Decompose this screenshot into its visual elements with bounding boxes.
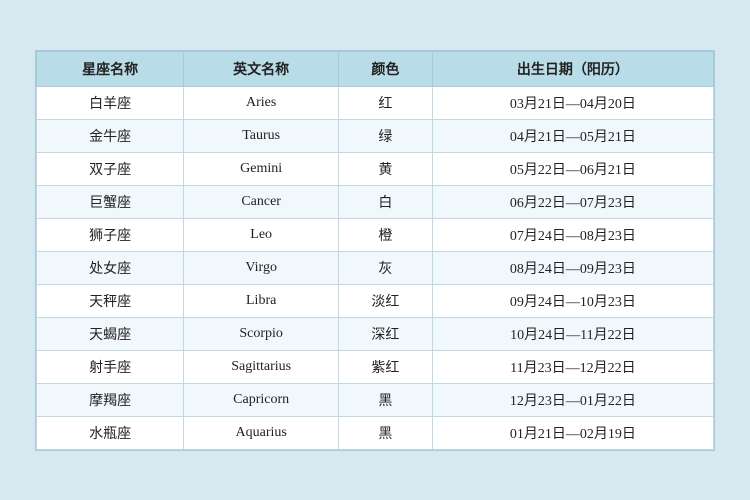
header-col-2: 颜色	[339, 51, 433, 86]
table-row: 射手座Sagittarius紫红11月23日—12月22日	[37, 350, 714, 383]
cell-5-2: 灰	[339, 251, 433, 284]
cell-9-3: 12月23日—01月22日	[432, 383, 713, 416]
header-row: 星座名称英文名称颜色出生日期（阳历）	[37, 51, 714, 86]
cell-0-2: 红	[339, 86, 433, 119]
header-col-0: 星座名称	[37, 51, 184, 86]
zodiac-table: 星座名称英文名称颜色出生日期（阳历） 白羊座Aries红03月21日—04月20…	[36, 51, 714, 450]
cell-10-2: 黑	[339, 416, 433, 449]
cell-10-1: Aquarius	[184, 416, 339, 449]
cell-7-1: Scorpio	[184, 317, 339, 350]
cell-6-3: 09月24日—10月23日	[432, 284, 713, 317]
table-row: 狮子座Leo橙07月24日—08月23日	[37, 218, 714, 251]
cell-2-2: 黄	[339, 152, 433, 185]
cell-10-0: 水瓶座	[37, 416, 184, 449]
table-header: 星座名称英文名称颜色出生日期（阳历）	[37, 51, 714, 86]
cell-9-1: Capricorn	[184, 383, 339, 416]
cell-5-0: 处女座	[37, 251, 184, 284]
table-row: 双子座Gemini黄05月22日—06月21日	[37, 152, 714, 185]
table-row: 白羊座Aries红03月21日—04月20日	[37, 86, 714, 119]
cell-6-2: 淡红	[339, 284, 433, 317]
table-row: 金牛座Taurus绿04月21日—05月21日	[37, 119, 714, 152]
cell-2-3: 05月22日—06月21日	[432, 152, 713, 185]
cell-1-2: 绿	[339, 119, 433, 152]
cell-7-2: 深红	[339, 317, 433, 350]
cell-10-3: 01月21日—02月19日	[432, 416, 713, 449]
cell-1-3: 04月21日—05月21日	[432, 119, 713, 152]
cell-0-1: Aries	[184, 86, 339, 119]
cell-3-1: Cancer	[184, 185, 339, 218]
cell-8-1: Sagittarius	[184, 350, 339, 383]
cell-2-0: 双子座	[37, 152, 184, 185]
cell-0-0: 白羊座	[37, 86, 184, 119]
table-row: 巨蟹座Cancer白06月22日—07月23日	[37, 185, 714, 218]
cell-8-3: 11月23日—12月22日	[432, 350, 713, 383]
cell-1-0: 金牛座	[37, 119, 184, 152]
table-row: 天蝎座Scorpio深红10月24日—11月22日	[37, 317, 714, 350]
cell-2-1: Gemini	[184, 152, 339, 185]
cell-4-0: 狮子座	[37, 218, 184, 251]
cell-1-1: Taurus	[184, 119, 339, 152]
cell-8-0: 射手座	[37, 350, 184, 383]
cell-4-1: Leo	[184, 218, 339, 251]
header-col-3: 出生日期（阳历）	[432, 51, 713, 86]
table-body: 白羊座Aries红03月21日—04月20日金牛座Taurus绿04月21日—0…	[37, 86, 714, 449]
cell-4-3: 07月24日—08月23日	[432, 218, 713, 251]
cell-6-1: Libra	[184, 284, 339, 317]
cell-7-0: 天蝎座	[37, 317, 184, 350]
cell-5-3: 08月24日—09月23日	[432, 251, 713, 284]
cell-4-2: 橙	[339, 218, 433, 251]
cell-9-0: 摩羯座	[37, 383, 184, 416]
cell-5-1: Virgo	[184, 251, 339, 284]
table-row: 水瓶座Aquarius黑01月21日—02月19日	[37, 416, 714, 449]
cell-9-2: 黑	[339, 383, 433, 416]
table-row: 处女座Virgo灰08月24日—09月23日	[37, 251, 714, 284]
table-row: 天秤座Libra淡红09月24日—10月23日	[37, 284, 714, 317]
cell-7-3: 10月24日—11月22日	[432, 317, 713, 350]
table-row: 摩羯座Capricorn黑12月23日—01月22日	[37, 383, 714, 416]
header-col-1: 英文名称	[184, 51, 339, 86]
cell-8-2: 紫红	[339, 350, 433, 383]
cell-3-2: 白	[339, 185, 433, 218]
cell-6-0: 天秤座	[37, 284, 184, 317]
cell-3-3: 06月22日—07月23日	[432, 185, 713, 218]
cell-3-0: 巨蟹座	[37, 185, 184, 218]
zodiac-table-container: 星座名称英文名称颜色出生日期（阳历） 白羊座Aries红03月21日—04月20…	[35, 50, 715, 451]
cell-0-3: 03月21日—04月20日	[432, 86, 713, 119]
